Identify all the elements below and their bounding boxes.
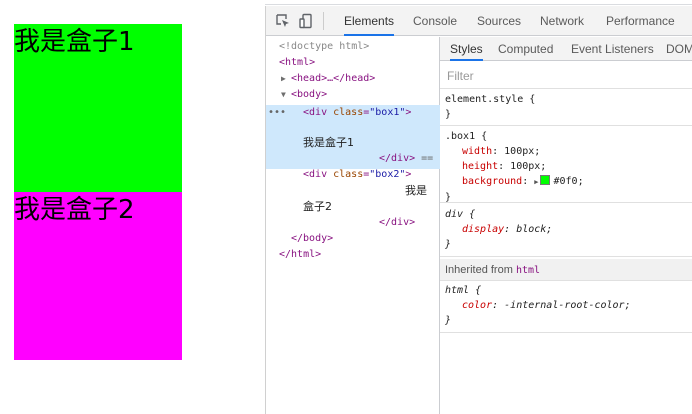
subtab-computed[interactable]: Computed (498, 37, 553, 61)
prop-display-value: block; (516, 224, 553, 235)
subtab-dom[interactable]: DOM (666, 37, 692, 61)
body-open-tag: <body> (291, 89, 328, 100)
prop-background-value: #0f0; (553, 176, 584, 187)
prop-color-name: color (462, 300, 493, 311)
filter-row (440, 61, 692, 89)
inherited-label: Inherited from (445, 264, 513, 276)
toolbar-separator (323, 12, 324, 30)
box1-selector: .box1 { (445, 131, 488, 142)
box1-attr-name: class (333, 107, 364, 118)
box1-text: 我是盒子1 (303, 136, 354, 149)
styles-pane: Styles Computed Event Listeners DOM elem… (440, 37, 692, 414)
doctype-node[interactable]: <!doctype html> (279, 39, 453, 55)
prop-width-name: width (462, 146, 493, 157)
tab-network[interactable]: Network (540, 6, 584, 36)
body-close-node[interactable]: </body> (291, 231, 465, 247)
rule-close-brace: } (445, 109, 452, 120)
box2-attr-value: "box2" (369, 169, 406, 180)
prop-color-value: -internal-root-color; (504, 300, 631, 311)
expand-shorthand-icon[interactable]: ▶ (534, 178, 538, 186)
collapse-triangle-icon[interactable]: ▼ (281, 87, 291, 103)
inherited-from-bar: Inherited from html (440, 259, 692, 281)
box1: 我是盒子1 (14, 24, 182, 192)
expand-triangle-icon[interactable]: ▶ (281, 71, 291, 87)
element-style-selector: element.style { (445, 94, 536, 105)
subtab-event-listeners[interactable]: Event Listeners (571, 37, 654, 61)
tab-sources[interactable]: Sources (477, 6, 521, 36)
rule-close-brace: } (445, 192, 452, 203)
color-swatch-icon[interactable] (540, 175, 551, 185)
devtools-panel: Elements Console Sources Network Perform… (265, 6, 692, 414)
box2-attr-name: class (333, 169, 364, 180)
inspect-element-icon[interactable] (275, 13, 291, 29)
devtools-toolbar: Elements Console Sources Network Perform… (266, 6, 692, 36)
prop-background[interactable]: background: ▶ #0f0; (445, 174, 692, 190)
styles-filter-input[interactable] (447, 68, 647, 84)
more-options-icon[interactable]: ••• (268, 105, 286, 121)
tab-elements[interactable]: Elements (344, 6, 395, 36)
rule-element-style[interactable]: element.style { } (440, 92, 692, 126)
elements-tree: <!doctype html> <html> ▶ <head>…</head> ▼… (266, 37, 440, 414)
doctype-text: <!doctype html> (279, 41, 370, 52)
prop-background-name: background (462, 176, 523, 187)
box1-attr-value: "box1" (369, 107, 406, 118)
box1-tag-name: div (309, 107, 328, 118)
device-toolbar-icon[interactable] (298, 13, 314, 29)
rule-div-useragent[interactable]: div { display: block; } (440, 207, 692, 257)
rule-html-useragent[interactable]: html { color: -internal-root-color; } (440, 283, 692, 333)
prop-width-value: 100px; (504, 146, 541, 157)
prop-width[interactable]: width: 100px; (445, 144, 692, 159)
prop-display-name: display (462, 224, 505, 235)
box2-text-b: 盒子2 (303, 200, 332, 213)
rule-box1[interactable]: .box1 { width: 100px; height: 100px; bac… (440, 129, 692, 203)
inherited-html-link[interactable]: html (516, 265, 540, 276)
div-selector: div { (445, 209, 476, 220)
box2-tag-name: div (309, 169, 328, 180)
div-close-tag-2: </div> (379, 217, 416, 228)
box2-text-a: 我是 (405, 184, 427, 197)
rule-close-brace: } (445, 315, 452, 326)
prop-height-name: height (462, 161, 499, 172)
html-close-tag: </html> (279, 249, 322, 260)
html-node[interactable]: <html> (279, 55, 453, 71)
head-tag: <head>…</head> (291, 73, 376, 84)
selected-eq-marker: == (421, 153, 434, 164)
head-node[interactable]: ▶ <head>…</head> (281, 71, 455, 87)
box2: 我是盒子2 (14, 192, 182, 360)
page-preview: 我是盒子1 我是盒子2 (0, 0, 265, 414)
subtab-styles[interactable]: Styles (450, 37, 483, 61)
html-close-node[interactable]: </html> (279, 247, 453, 263)
styles-subtabs: Styles Computed Event Listeners DOM (440, 37, 692, 61)
prop-display: display: block; (462, 224, 553, 235)
div-close-tag: </div> (379, 153, 416, 164)
prop-color: color: -internal-root-color; (462, 300, 631, 311)
body-close-tag: </body> (291, 233, 334, 244)
html-selector: html { (445, 285, 482, 296)
prop-height-value: 100px; (510, 161, 547, 172)
body-node[interactable]: ▼ <body> (281, 87, 455, 103)
tab-console[interactable]: Console (413, 6, 457, 36)
prop-height[interactable]: height: 100px; (445, 159, 692, 174)
rule-close-brace: } (445, 239, 452, 250)
html-open-tag: <html> (279, 57, 316, 68)
tab-performance[interactable]: Performance (606, 6, 675, 36)
